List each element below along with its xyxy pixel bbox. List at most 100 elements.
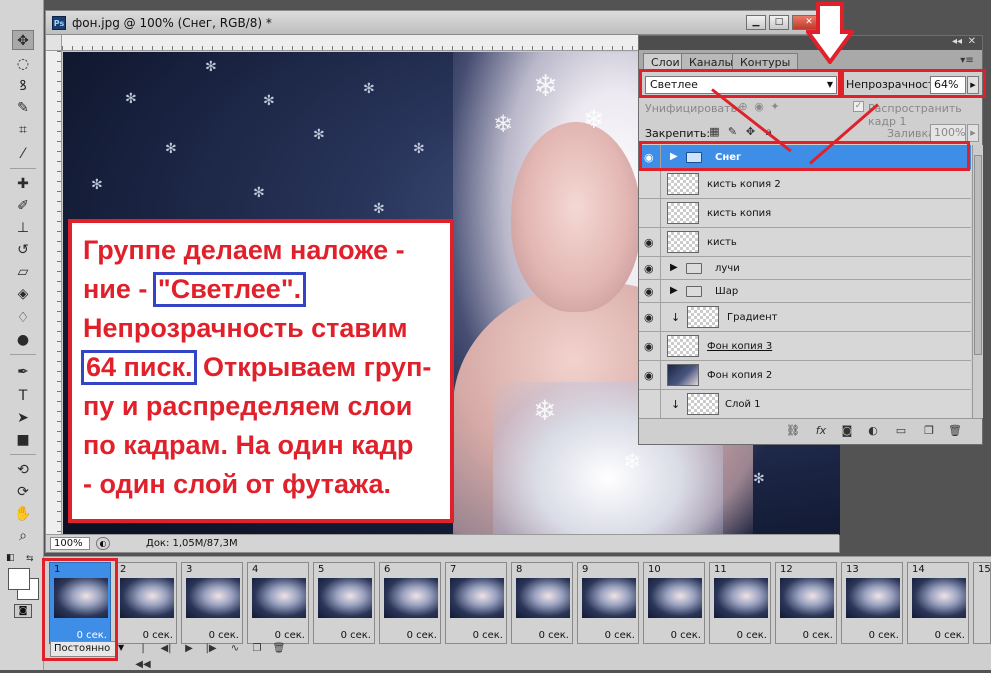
3d-orbit-tool-icon[interactable]: ⟳ [12, 482, 34, 502]
lock-transparency-icon[interactable]: ▦ [707, 125, 722, 140]
marquee-tool-icon[interactable]: ◌ [12, 54, 34, 74]
layer-row[interactable]: ◉ ↓ Градиент [639, 303, 971, 332]
animation-frame[interactable]: 6 0 сек. [379, 562, 441, 644]
expand-group-icon[interactable]: ▶ [670, 262, 678, 273]
propagate-frame-checkbox[interactable]: ✓ [853, 101, 864, 112]
pen-tool-icon[interactable]: ✒ [12, 362, 34, 382]
status-info-icon[interactable]: ◐ [96, 537, 110, 550]
animation-frame[interactable]: 12 0 сек. [775, 562, 837, 644]
swap-colors-icon[interactable]: ⇆ [26, 554, 34, 564]
layer-row[interactable]: кисть копия 2 [639, 170, 971, 199]
blur-tool-icon[interactable]: ♢ [12, 308, 34, 328]
frame-delay[interactable]: 0 сек. [407, 630, 437, 641]
eye-cell[interactable]: ◉ [639, 361, 661, 389]
previous-frame-icon[interactable]: ◀| [157, 641, 175, 657]
scrollbar-thumb[interactable] [974, 155, 982, 355]
foreground-color-swatch[interactable] [8, 568, 30, 590]
eye-icon[interactable]: ◉ [644, 285, 654, 298]
first-frame-icon[interactable]: |◀◀ [134, 641, 152, 670]
animation-frame[interactable]: 11 0 сек. [709, 562, 771, 644]
eye-icon[interactable]: ◉ [644, 340, 654, 353]
frame-delay[interactable]: 0 сек. [275, 630, 305, 641]
rectangle-tool-icon[interactable]: ■ [12, 430, 34, 450]
document-titlebar[interactable]: Ps фон.jpg @ 100% (Снег, RGB/8) * ▁ □ ✕ [46, 11, 839, 35]
lock-position-icon[interactable]: ✥ [743, 125, 758, 140]
default-colors-icon[interactable]: ◧ [6, 553, 15, 563]
layer-row[interactable]: ◉ Фон копия 3 [639, 332, 971, 361]
collapse-panel-icon[interactable]: ◂◂ [952, 36, 962, 47]
maximize-button[interactable]: □ [769, 15, 789, 30]
expand-group-icon[interactable]: ▶ [670, 285, 678, 296]
animation-frame[interactable]: 13 0 сек. [841, 562, 903, 644]
animation-frame[interactable]: 2 0 сек. [115, 562, 177, 644]
healing-brush-tool-icon[interactable]: ✚ [12, 174, 34, 194]
unify-style-icon[interactable]: ✦ [767, 100, 783, 114]
frame-delay[interactable]: 0 сек. [869, 630, 899, 641]
play-icon[interactable]: ▶ [180, 641, 198, 657]
frame-delay[interactable]: 0 сек. [803, 630, 833, 641]
frame-delay[interactable]: 0 сек. [209, 630, 239, 641]
animation-frame[interactable]: 3 0 сек. [181, 562, 243, 644]
new-layer-icon[interactable]: ❐ [921, 424, 937, 438]
frame-delay[interactable]: 0 сек. [605, 630, 635, 641]
ruler-corner[interactable] [46, 35, 62, 51]
clone-stamp-tool-icon[interactable]: ⊥ [12, 218, 34, 238]
layer-row[interactable]: ◉ Фон копия 2 [639, 361, 971, 390]
frame-delay[interactable]: 0 сек. [671, 630, 701, 641]
path-selection-tool-icon[interactable]: ➤ [12, 408, 34, 428]
eye-cell[interactable]: ◉ [639, 280, 661, 302]
fill-input[interactable]: 100% [930, 124, 966, 142]
minimize-button[interactable]: ▁ [746, 15, 766, 30]
layers-scrollbar[interactable] [972, 145, 983, 418]
new-group-icon[interactable]: ▭ [893, 424, 909, 438]
lasso-tool-icon[interactable]: ꝸ [12, 76, 34, 96]
zoom-tool-icon[interactable]: ⌕ [12, 526, 34, 546]
next-frame-icon[interactable]: |▶ [202, 641, 220, 657]
layer-row[interactable]: ◉ кисть [639, 228, 971, 257]
animation-frame[interactable]: 9 0 сек. [577, 562, 639, 644]
frame-delay[interactable]: 0 сек. [737, 630, 767, 641]
dodge-tool-icon[interactable]: ● [12, 330, 34, 350]
fx-icon[interactable]: fx [813, 424, 829, 438]
zoom-field[interactable]: 100% [50, 537, 90, 550]
quick-selection-tool-icon[interactable]: ✎ [12, 98, 34, 118]
history-brush-tool-icon[interactable]: ↺ [12, 240, 34, 260]
eraser-tool-icon[interactable]: ▱ [12, 262, 34, 282]
eyedropper-tool-icon[interactable]: ⁄ [12, 144, 34, 164]
eye-cell[interactable] [639, 170, 661, 198]
link-layers-icon[interactable]: ⛓ [785, 424, 801, 438]
delete-frame-icon[interactable]: 🗑︎ [270, 641, 288, 657]
animation-frame[interactable]: 10 0 сек. [643, 562, 705, 644]
animation-frame[interactable]: 5 0 сек. [313, 562, 375, 644]
fill-slider-button[interactable]: ▶ [967, 124, 979, 142]
paint-bucket-tool-icon[interactable]: ◈ [12, 284, 34, 304]
crop-tool-icon[interactable]: ⌗ [12, 120, 34, 140]
animation-frame[interactable]: 8 0 сек. [511, 562, 573, 644]
lock-pixels-icon[interactable]: ✎ [725, 125, 740, 140]
eye-cell[interactable]: ◉ [639, 257, 661, 279]
eye-cell[interactable]: ◉ [639, 303, 661, 331]
duplicate-frame-icon[interactable]: ❐ [248, 641, 266, 657]
tween-icon[interactable]: ∿ [226, 641, 244, 657]
frame-delay[interactable]: 0 сек. [341, 630, 371, 641]
animation-frame[interactable]: 4 0 сек. [247, 562, 309, 644]
hand-tool-icon[interactable]: ✋ [12, 504, 34, 524]
eye-cell[interactable]: ◉ [639, 228, 661, 256]
animation-frame[interactable]: 15 [973, 562, 991, 644]
quick-mask-icon[interactable]: ◙ [14, 604, 32, 618]
eye-icon[interactable]: ◉ [644, 262, 654, 275]
chevron-down-icon[interactable]: ▼ [118, 643, 124, 652]
animation-frame[interactable]: 7 0 сек. [445, 562, 507, 644]
eye-cell[interactable] [639, 199, 661, 227]
trash-icon[interactable]: 🗑︎ [947, 424, 963, 438]
layer-row[interactable]: ◉ ▶ лучи [639, 257, 971, 280]
frame-delay[interactable]: 0 сек. [143, 630, 173, 641]
eye-icon[interactable]: ◉ [644, 236, 654, 249]
adjustment-layer-icon[interactable]: ◐ [865, 424, 881, 438]
frame-delay[interactable]: 0 сек. [473, 630, 503, 641]
layer-row[interactable]: кисть копия [639, 199, 971, 228]
panel-menu-icon[interactable]: ▾≡ [958, 55, 976, 67]
vertical-ruler[interactable] [46, 51, 62, 534]
animation-frame[interactable]: 14 0 сек. [907, 562, 969, 644]
move-tool-icon[interactable]: ✥ [12, 30, 34, 50]
